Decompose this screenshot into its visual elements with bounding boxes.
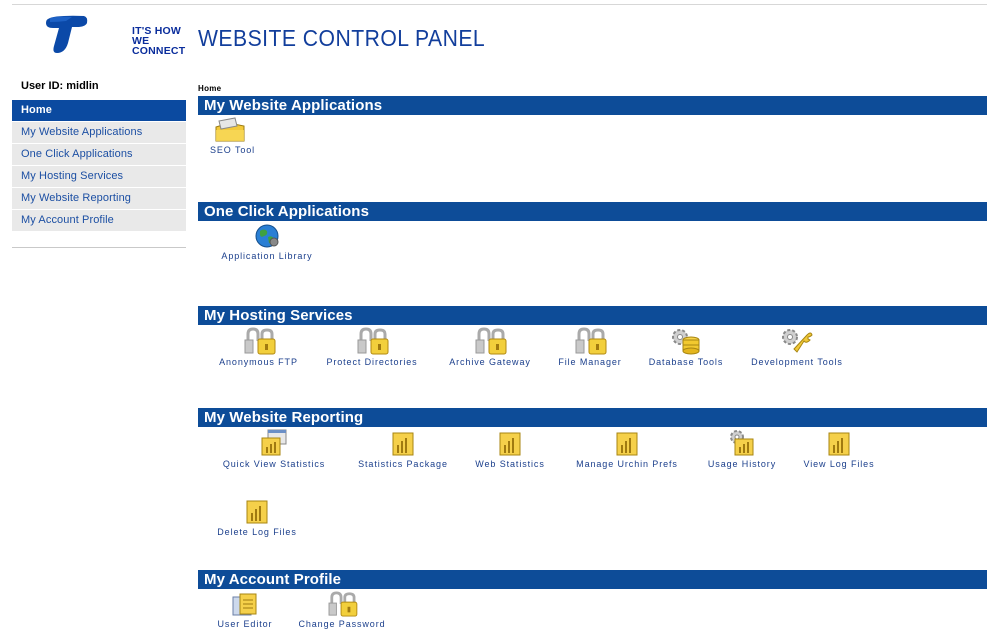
- archive-gateway-link[interactable]: Archive Gateway: [440, 327, 540, 367]
- section-header: One Click Applications: [198, 202, 987, 221]
- user-editor-link[interactable]: User Editor: [212, 591, 278, 629]
- gear-chart-icon: [730, 430, 754, 456]
- globe-icon: [255, 224, 279, 248]
- item-label: Web Statistics: [475, 459, 545, 469]
- item-label: File Manager: [558, 357, 622, 367]
- item-label: Change Password: [298, 619, 386, 629]
- quick-view-statistics-link[interactable]: Quick View Statistics: [212, 429, 336, 469]
- section-my-website-reporting: My Website Reporting Quick View Statisti…: [198, 408, 987, 567]
- section-my-website-applications: My Website Applications SEO Tool: [198, 96, 987, 175]
- padlock-icon: [328, 591, 358, 617]
- padlock-icon: [575, 327, 607, 355]
- database-tools-link[interactable]: Database Tools: [640, 327, 732, 367]
- padlock-icon: [244, 327, 275, 355]
- usage-history-link[interactable]: Usage History: [700, 429, 784, 469]
- bar-chart-icon: [499, 432, 521, 456]
- bar-chart-icon: [246, 500, 268, 524]
- section-one-click-applications: One Click Applications Application Libra…: [198, 202, 987, 281]
- user-id-label: User ID: midlin: [21, 80, 99, 92]
- change-password-link[interactable]: Change Password: [290, 591, 394, 629]
- item-label: Database Tools: [648, 357, 724, 367]
- user-editor-icon: [232, 593, 257, 616]
- bar-chart-icon: [828, 432, 850, 456]
- application-library-link[interactable]: Application Library: [212, 223, 322, 261]
- item-label: Statistics Package: [358, 459, 448, 469]
- database-gear-icon: [672, 329, 700, 355]
- statistics-package-link[interactable]: Statistics Package: [350, 429, 456, 469]
- sidebar-item-my-account-profile[interactable]: My Account Profile: [12, 210, 186, 232]
- logo-tagline: IT'S HOW WE CONNECT: [132, 26, 186, 57]
- stats-window-icon: [261, 429, 287, 456]
- item-label: Quick View Statistics: [222, 459, 326, 469]
- page-title: WEBSITE CONTROL PANEL: [198, 25, 486, 51]
- development-tools-link[interactable]: Development Tools: [744, 327, 850, 367]
- seo-tool-link[interactable]: SEO Tool: [210, 117, 256, 155]
- anonymous-ftp-link[interactable]: Anonymous FTP: [212, 327, 305, 367]
- padlock-icon: [475, 327, 507, 355]
- item-label: Development Tools: [751, 357, 843, 367]
- web-statistics-link[interactable]: Web Statistics: [468, 429, 552, 469]
- section-my-hosting-services: My Hosting Services Anonymous FTP Protec…: [198, 306, 987, 385]
- item-label: Application Library: [221, 251, 313, 261]
- item-label: Anonymous FTP: [219, 357, 298, 367]
- bar-chart-icon: [392, 432, 414, 456]
- padlock-icon: [357, 327, 389, 355]
- delete-log-files-link[interactable]: Delete Log Files: [212, 497, 302, 537]
- section-header: My Hosting Services: [198, 306, 987, 325]
- sidebar-item-home[interactable]: Home: [12, 100, 186, 122]
- item-label: User Editor: [217, 619, 273, 629]
- tagline-line-2: WE CONNECT: [132, 35, 186, 57]
- breadcrumb: Home: [198, 84, 222, 93]
- item-label: Manage Urchin Prefs: [576, 459, 678, 469]
- wrench-icon: [782, 329, 813, 353]
- item-label: Archive Gateway: [449, 357, 531, 367]
- telstra-logo-icon: [46, 15, 88, 54]
- item-label: View Log Files: [803, 459, 875, 469]
- item-label: SEO Tool: [210, 145, 256, 155]
- item-label: Usage History: [707, 459, 777, 469]
- manage-urchin-prefs-link[interactable]: Manage Urchin Prefs: [566, 429, 688, 469]
- protect-directories-link[interactable]: Protect Directories: [318, 327, 426, 367]
- file-manager-link[interactable]: File Manager: [552, 327, 628, 367]
- view-log-files-link[interactable]: View Log Files: [796, 429, 882, 469]
- sidebar-item-one-click-applications[interactable]: One Click Applications: [12, 144, 186, 166]
- section-header: My Account Profile: [198, 570, 987, 589]
- seo-tool-icon: [215, 117, 245, 142]
- top-divider: [12, 4, 987, 5]
- section-header: My Website Applications: [198, 96, 987, 115]
- item-label: Protect Directories: [326, 357, 418, 367]
- sidebar: User ID: midlin Home My Website Applicat…: [12, 76, 186, 248]
- sidebar-item-my-website-applications[interactable]: My Website Applications: [12, 122, 186, 144]
- sidebar-nav: Home My Website Applications One Click A…: [12, 100, 186, 248]
- main-content: Home My Website Applications SEO Tool On…: [198, 82, 987, 629]
- sidebar-item-my-website-reporting[interactable]: My Website Reporting: [12, 188, 186, 210]
- section-my-account-profile: My Account Profile User Editor Change Pa…: [198, 570, 987, 635]
- section-header: My Website Reporting: [198, 408, 987, 427]
- sidebar-item-my-hosting-services[interactable]: My Hosting Services: [12, 166, 186, 188]
- bar-chart-icon: [616, 432, 638, 456]
- item-label: Delete Log Files: [217, 527, 297, 537]
- telstra-logo[interactable]: IT'S HOW WE CONNECT: [44, 13, 186, 57]
